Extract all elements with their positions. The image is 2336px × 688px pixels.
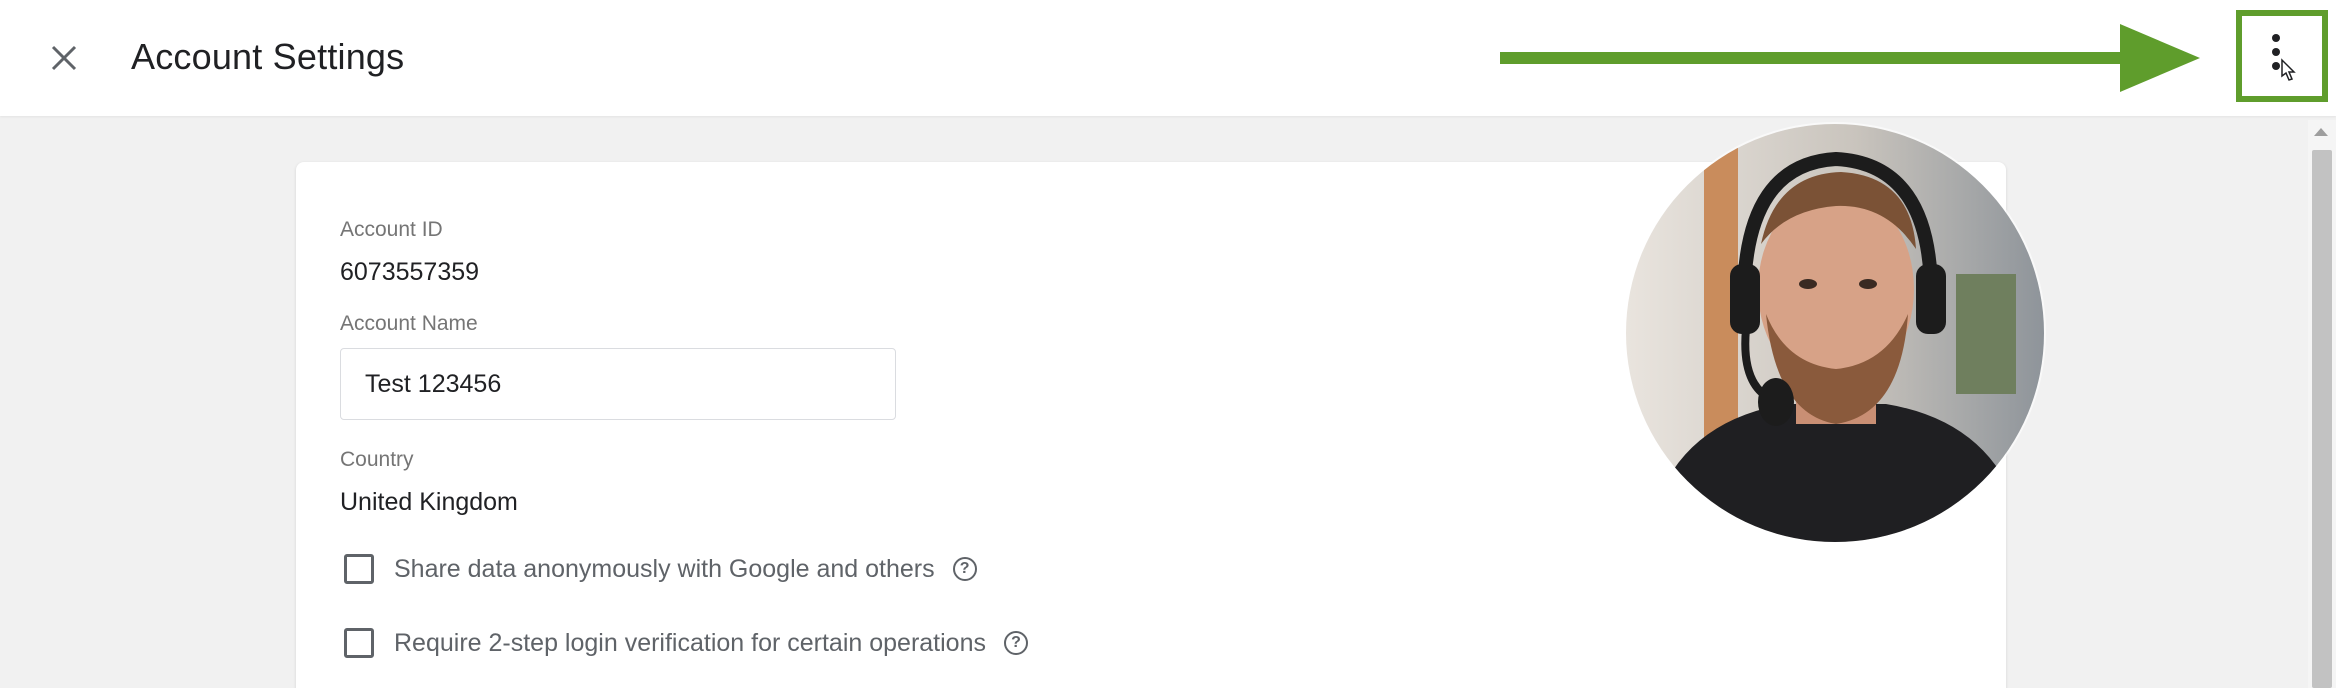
presenter-webcam-overlay — [1626, 124, 2044, 542]
page-title: Account Settings — [131, 36, 405, 77]
two-step-checkbox[interactable] — [344, 628, 374, 658]
share-data-checkbox[interactable] — [344, 554, 374, 584]
scrollbar-thumb[interactable] — [2312, 150, 2332, 688]
page: Account Settings Account ID 6073557359 A… — [0, 0, 2336, 688]
vertical-scrollbar[interactable] — [2308, 120, 2336, 688]
app-header: Account Settings — [0, 0, 2336, 116]
help-icon[interactable]: ? — [1003, 631, 1028, 655]
presenter-avatar — [1626, 124, 2044, 542]
account-id-label: Account ID — [340, 218, 443, 241]
more-options-button[interactable] — [2236, 10, 2328, 102]
two-step-option: Require 2-step login verification for ce… — [344, 628, 1028, 658]
share-data-label: Share data anonymously with Google and o… — [394, 554, 935, 583]
more-vert-icon — [2272, 34, 2296, 81]
country-label: Country — [340, 448, 414, 471]
close-icon — [51, 45, 77, 71]
scroll-up-arrow-icon[interactable] — [2314, 128, 2328, 136]
annotation-arrow — [1500, 24, 2200, 92]
account-id-value: 6073557359 — [340, 258, 480, 286]
account-name-input[interactable]: Test 123456 — [340, 348, 896, 420]
help-icon[interactable]: ? — [952, 557, 977, 581]
close-button[interactable] — [40, 34, 88, 82]
account-name-label: Account Name — [340, 312, 478, 335]
country-value: United Kingdom — [340, 488, 518, 516]
share-data-option: Share data anonymously with Google and o… — [344, 554, 977, 584]
two-step-label: Require 2-step login verification for ce… — [394, 628, 986, 657]
